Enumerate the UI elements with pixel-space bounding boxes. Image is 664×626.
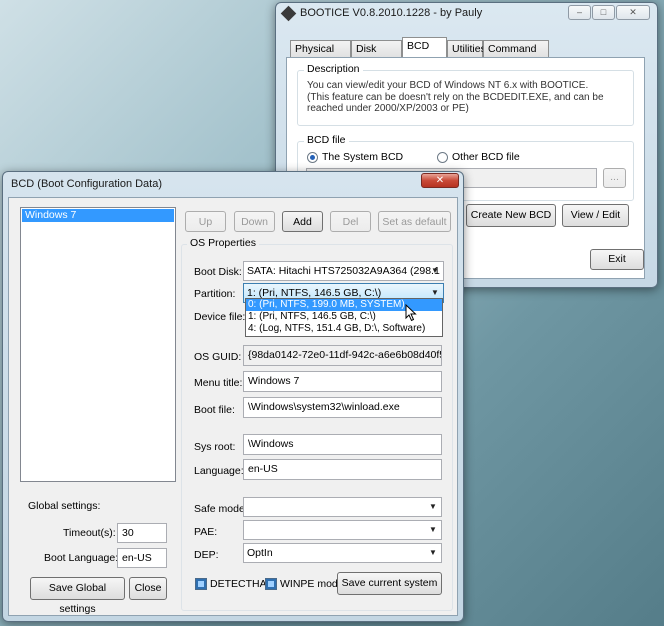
add-button[interactable]: Add	[282, 211, 323, 232]
bcd-titlebar[interactable]: BCD (Boot Configuration Data) ✕	[3, 172, 463, 194]
os-guid-field: {98da0142-72e0-11df-942c-a6e6b08d40f5}	[243, 345, 442, 366]
winpe-mode-label: WINPE mode	[280, 578, 344, 590]
description-text: You can view/edit your BCD of Windows NT…	[307, 80, 604, 114]
global-settings-group: Global settings: Timeout(s): 30 Boot Lan…	[20, 500, 172, 615]
dep-select[interactable]: OptIn ▼	[243, 543, 442, 563]
bcd-file-caption: BCD file	[304, 134, 349, 146]
boot-disk-label: Boot Disk:	[194, 266, 242, 278]
boot-language-label: Boot Language:	[44, 552, 119, 564]
device-file-label: Device file:	[194, 311, 246, 323]
bootice-title: BOOTICE V0.8.2010.1228 - by Pauly	[300, 7, 483, 19]
boot-entries-list[interactable]: Windows 7	[20, 207, 176, 482]
menu-title-input[interactable]: Windows 7	[243, 371, 442, 392]
timeout-label: Timeout(s):	[63, 527, 116, 539]
tab-command-line[interactable]: Command Line	[483, 40, 549, 72]
global-settings-caption: Global settings:	[28, 500, 101, 512]
system-bcd-label: The System BCD	[322, 151, 404, 163]
tab-physical-disk[interactable]: Physical Disk	[290, 40, 351, 72]
list-item[interactable]: Windows 7	[22, 209, 174, 222]
browse-button[interactable]: ...	[603, 168, 626, 188]
partition-option[interactable]: 4: (Log, NTFS, 151.4 GB, D:\, Software)	[246, 323, 442, 335]
boot-disk-value: SATA: Hitachi HTS725032A9A364 (298.1 GB,…	[247, 265, 443, 277]
down-button[interactable]: Down	[234, 211, 275, 232]
boot-language-input[interactable]: en-US	[117, 548, 167, 568]
os-properties-caption: OS Properties	[187, 237, 259, 249]
safe-mode-select[interactable]: ▼	[243, 497, 442, 517]
bcd-client-area: Windows 7 Global settings: Timeout(s): 3…	[8, 197, 458, 616]
description-group: Description You can view/edit your BCD o…	[297, 63, 634, 126]
tab-utilities[interactable]: Utilities	[447, 40, 486, 57]
bcd-title: BCD (Boot Configuration Data)	[11, 178, 163, 190]
winpe-mode-checkbox[interactable]	[265, 578, 277, 590]
chevron-down-icon: ▼	[429, 548, 437, 557]
boot-file-label: Boot file:	[194, 404, 235, 416]
language-input[interactable]: en-US	[243, 459, 442, 480]
os-guid-label: OS GUID:	[194, 351, 242, 363]
dep-label: DEP:	[194, 549, 219, 561]
boot-file-input[interactable]: \Windows\system32\winload.exe	[243, 397, 442, 418]
timeout-input[interactable]: 30	[117, 523, 167, 543]
del-button[interactable]: Del	[330, 211, 371, 232]
detecthal-checkbox[interactable]	[195, 578, 207, 590]
pae-select[interactable]: ▼	[243, 520, 442, 540]
sys-root-label: Sys root:	[194, 441, 236, 453]
partition-label: Partition:	[194, 288, 236, 300]
pae-label: PAE:	[194, 526, 218, 538]
maximize-button[interactable]: □	[592, 5, 615, 20]
boot-disk-select[interactable]: SATA: Hitachi HTS725032A9A364 (298.1 GB,…	[243, 261, 444, 281]
tab-disk-image[interactable]: Disk Image	[351, 40, 402, 72]
set-as-default-button[interactable]: Set as default	[378, 211, 451, 232]
sys-root-input[interactable]: \Windows	[243, 434, 442, 455]
chevron-down-icon: ▼	[429, 525, 437, 534]
save-current-system-button[interactable]: Save current system	[337, 572, 442, 595]
chevron-down-icon: ▼	[429, 502, 437, 511]
safe-mode-label: Safe mode:	[194, 503, 248, 515]
bcd-close-button[interactable]: ✕	[421, 173, 459, 188]
detecthal-label: DETECTHAL	[210, 578, 273, 590]
close-button[interactable]: ✕	[616, 5, 650, 20]
chevron-down-icon: ▼	[431, 266, 439, 275]
create-new-bcd-button[interactable]: Create New BCD	[466, 204, 556, 227]
exit-button[interactable]: Exit	[590, 249, 644, 270]
bootice-tabs: Physical Disk Disk Image BCD Edit Utilit…	[288, 37, 648, 72]
app-logo-icon	[280, 5, 297, 22]
other-bcd-label: Other BCD file	[452, 151, 520, 163]
description-caption: Description	[304, 63, 363, 75]
up-button[interactable]: Up	[185, 211, 226, 232]
other-bcd-radio[interactable]	[437, 152, 448, 163]
view-edit-button[interactable]: View / Edit	[562, 204, 629, 227]
system-bcd-radio[interactable]	[307, 152, 318, 163]
close-button[interactable]: Close	[129, 577, 167, 600]
mouse-pointer-icon	[405, 304, 417, 322]
menu-title-label: Menu title:	[194, 377, 243, 389]
dep-value: OptIn	[247, 547, 273, 559]
language-label: Language:	[194, 465, 244, 477]
close-icon: ✕	[435, 175, 445, 186]
bootice-titlebar[interactable]: BOOTICE V0.8.2010.1228 - by Pauly – □ ✕	[276, 3, 657, 25]
save-global-settings-button[interactable]: Save Global settings	[30, 577, 125, 615]
minimize-button[interactable]: –	[568, 5, 591, 20]
bcd-window: BCD (Boot Configuration Data) ✕ Windows …	[2, 171, 464, 622]
tab-bcd-edit[interactable]: BCD Edit	[402, 37, 447, 69]
